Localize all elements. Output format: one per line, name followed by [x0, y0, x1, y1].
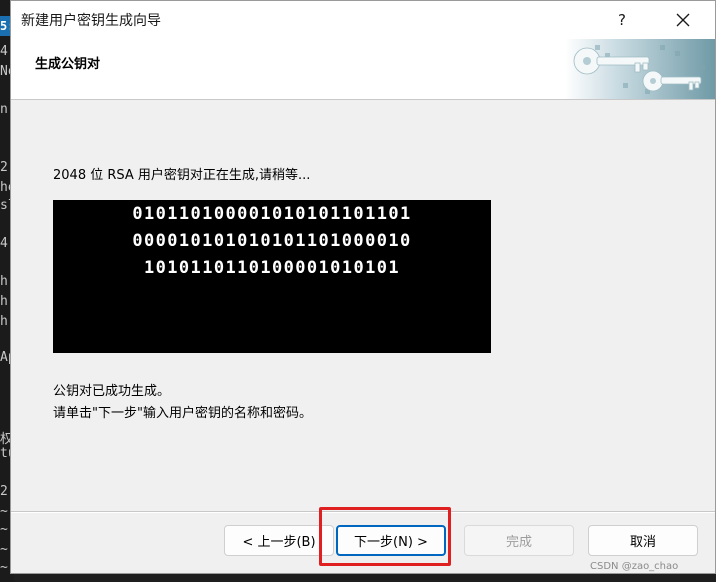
annotation-highlight-box — [319, 507, 451, 566]
terminal-line: 2 — [0, 160, 8, 175]
terminal-line: h — [0, 294, 8, 309]
terminal-line: ~ — [0, 542, 8, 557]
help-button[interactable]: ? — [597, 1, 647, 39]
terminal-line: n — [0, 102, 8, 117]
close-icon — [676, 13, 690, 27]
wizard-content: 2048 位 RSA 用户密钥对正在生成,请稍等... 010110100001… — [11, 100, 715, 510]
window-title: 新建用户密钥生成向导 — [21, 13, 161, 29]
terminal-line: ~ — [0, 522, 8, 537]
watermark-text: CSDN @zao_chao — [590, 561, 679, 572]
terminal-line: h — [0, 274, 8, 289]
binary-row: 000010101010101101000010 — [132, 231, 412, 251]
success-message: 公钥对已成功生成。 — [53, 384, 171, 399]
terminal-line: h — [0, 314, 8, 329]
terminal-line: ~ — [0, 504, 8, 519]
wizard-header: 生成公钥对 — [11, 39, 715, 100]
terminal-line: 2 — [0, 484, 8, 499]
instruction-message: 请单击"下一步"输入用户密钥的名称和密码。 — [53, 406, 312, 421]
page-title: 生成公钥对 — [35, 57, 101, 72]
binary-row: 010110100001010101101101 — [132, 204, 412, 224]
terminal-line: 4 — [0, 44, 8, 59]
title-bar[interactable]: 新建用户密钥生成向导 ? — [11, 1, 715, 39]
terminal-line: ~ — [0, 560, 8, 575]
help-icon: ? — [618, 11, 626, 29]
close-button[interactable] — [655, 1, 711, 39]
key-wizard-dialog: 新建用户密钥生成向导 ? 生成公钥对 2048 位 RSA 用户密钥对正在生成,… — [10, 0, 716, 574]
back-button[interactable]: < 上一步(B) — [224, 525, 334, 556]
finish-button[interactable]: 完成 — [464, 525, 574, 556]
terminal-line: 4 — [0, 236, 8, 251]
cancel-button[interactable]: 取消 — [588, 525, 698, 556]
generation-status-text: 2048 位 RSA 用户密钥对正在生成,请稍等... — [53, 168, 311, 183]
binary-progress-display: 010110100001010101101101 000010101010101… — [53, 200, 491, 353]
keys-banner-icon — [565, 39, 715, 99]
binary-row: 1010110110100001010101 — [144, 258, 400, 278]
